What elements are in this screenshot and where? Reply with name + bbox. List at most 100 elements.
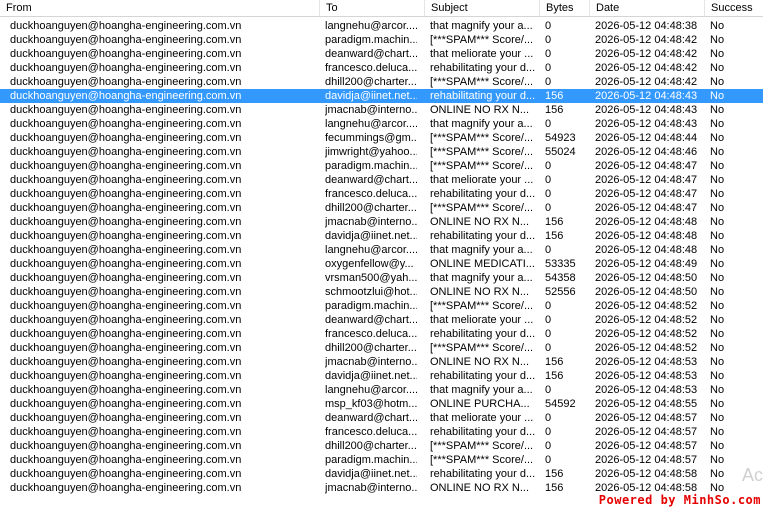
table-row[interactable]: duckhoanguyen@hoangha-engineering.com.vn…	[0, 75, 763, 89]
table-row[interactable]: duckhoanguyen@hoangha-engineering.com.vn…	[0, 341, 763, 355]
cell-from: duckhoanguyen@hoangha-engineering.com.vn	[10, 34, 242, 46]
table-row[interactable]: duckhoanguyen@hoangha-engineering.com.vn…	[0, 271, 763, 285]
cell-from: duckhoanguyen@hoangha-engineering.com.vn	[10, 468, 242, 480]
cell-bytes: 0	[545, 244, 552, 256]
table-row[interactable]: duckhoanguyen@hoangha-engineering.com.vn…	[0, 425, 763, 439]
table-row[interactable]: duckhoanguyen@hoangha-engineering.com.vn…	[0, 117, 763, 131]
column-header-to[interactable]: To	[320, 0, 425, 16]
table-row[interactable]: duckhoanguyen@hoangha-engineering.com.vn…	[0, 47, 763, 61]
cell-bytes: 156	[545, 356, 564, 368]
cell-from: duckhoanguyen@hoangha-engineering.com.vn	[10, 230, 242, 242]
table-row[interactable]: duckhoanguyen@hoangha-engineering.com.vn…	[0, 215, 763, 229]
cell-from: duckhoanguyen@hoangha-engineering.com.vn	[10, 146, 242, 158]
cell-subject: rehabilitating your d...	[430, 62, 535, 74]
cell-bytes: 0	[545, 412, 552, 424]
table-row[interactable]: duckhoanguyen@hoangha-engineering.com.vn…	[0, 33, 763, 47]
table-row[interactable]: duckhoanguyen@hoangha-engineering.com.vn…	[0, 159, 763, 173]
cell-from: duckhoanguyen@hoangha-engineering.com.vn	[10, 314, 242, 326]
cell-subject: that meliorate your ...	[430, 314, 534, 326]
table-row[interactable]: duckhoanguyen@hoangha-engineering.com.vn…	[0, 257, 763, 271]
cell-to: paradigm.machin...	[325, 454, 417, 466]
cell-subject: [***SPAM*** Score/...	[430, 440, 534, 452]
table-row[interactable]: duckhoanguyen@hoangha-engineering.com.vn…	[0, 201, 763, 215]
cell-date: 2026-05-12 04:48:46	[595, 146, 698, 158]
cell-from: duckhoanguyen@hoangha-engineering.com.vn	[10, 412, 242, 424]
table-row-selected[interactable]: duckhoanguyen@hoangha-engineering.com.vn…	[0, 89, 763, 103]
cell-success: No	[710, 244, 725, 256]
cell-date: 2026-05-12 04:48:42	[595, 76, 698, 88]
cell-success: No	[710, 76, 725, 88]
cell-from: duckhoanguyen@hoangha-engineering.com.vn	[10, 440, 242, 452]
cell-success: No	[710, 356, 725, 368]
cell-subject: [***SPAM*** Score/...	[430, 342, 534, 354]
cell-subject: that meliorate your ...	[430, 412, 534, 424]
column-header-from[interactable]: From	[0, 0, 320, 16]
table-row[interactable]: duckhoanguyen@hoangha-engineering.com.vn…	[0, 439, 763, 453]
cell-to: dhill200@charter....	[325, 202, 417, 214]
cell-success: No	[710, 188, 725, 200]
cell-subject: ONLINE MEDICATI...	[430, 258, 535, 270]
cell-subject: [***SPAM*** Score/...	[430, 160, 534, 172]
cell-to: francesco.deluca...	[325, 62, 417, 74]
table-row[interactable]: duckhoanguyen@hoangha-engineering.com.vn…	[0, 131, 763, 145]
cell-date: 2026-05-12 04:48:43	[595, 104, 698, 116]
column-header-subject[interactable]: Subject	[425, 0, 540, 16]
cell-bytes: 0	[545, 328, 552, 340]
cell-from: duckhoanguyen@hoangha-engineering.com.vn	[10, 272, 242, 284]
table-row[interactable]: duckhoanguyen@hoangha-engineering.com.vn…	[0, 453, 763, 467]
cell-success: No	[710, 286, 725, 298]
cell-to: jimwright@yahoo....	[325, 146, 417, 158]
table-row[interactable]: duckhoanguyen@hoangha-engineering.com.vn…	[0, 61, 763, 75]
column-header-date[interactable]: Date	[590, 0, 705, 16]
table-row[interactable]: duckhoanguyen@hoangha-engineering.com.vn…	[0, 369, 763, 383]
cell-success: No	[710, 426, 725, 438]
cell-to: schmootzlui@hot...	[325, 286, 417, 298]
cell-bytes: 54592	[545, 398, 576, 410]
cell-subject: ONLINE NO RX N...	[430, 356, 530, 368]
column-header-success[interactable]: Success	[705, 0, 763, 16]
table-row[interactable]: duckhoanguyen@hoangha-engineering.com.vn…	[0, 327, 763, 341]
cell-to: dhill200@charter....	[325, 76, 417, 88]
table-row[interactable]: duckhoanguyen@hoangha-engineering.com.vn…	[0, 397, 763, 411]
cell-from: duckhoanguyen@hoangha-engineering.com.vn	[10, 62, 242, 74]
cell-bytes: 0	[545, 454, 552, 466]
table-row[interactable]: duckhoanguyen@hoangha-engineering.com.vn…	[0, 467, 763, 481]
cell-success: No	[710, 62, 725, 74]
table-row[interactable]: duckhoanguyen@hoangha-engineering.com.vn…	[0, 313, 763, 327]
cell-from: duckhoanguyen@hoangha-engineering.com.vn	[10, 202, 242, 214]
table-row[interactable]: duckhoanguyen@hoangha-engineering.com.vn…	[0, 229, 763, 243]
cell-success: No	[710, 20, 725, 32]
cell-date: 2026-05-12 04:48:53	[595, 356, 698, 368]
cell-to: francesco.deluca...	[325, 328, 417, 340]
cell-from: duckhoanguyen@hoangha-engineering.com.vn	[10, 370, 242, 382]
table-row[interactable]: duckhoanguyen@hoangha-engineering.com.vn…	[0, 187, 763, 201]
cell-success: No	[710, 300, 725, 312]
cell-subject: ONLINE PURCHA...	[430, 398, 530, 410]
table-row[interactable]: duckhoanguyen@hoangha-engineering.com.vn…	[0, 145, 763, 159]
table-row[interactable]: duckhoanguyen@hoangha-engineering.com.vn…	[0, 383, 763, 397]
cell-success: No	[710, 48, 725, 60]
column-header: From To Subject Bytes Date Success	[0, 0, 763, 17]
cell-subject: that magnify your a...	[430, 272, 533, 284]
cell-from: duckhoanguyen@hoangha-engineering.com.vn	[10, 328, 242, 340]
cell-bytes: 0	[545, 202, 552, 214]
message-rows: duckhoanguyen@hoangha-engineering.com.vn…	[0, 19, 763, 495]
cell-to: davidja@iinet.net...	[325, 370, 417, 382]
table-row[interactable]: duckhoanguyen@hoangha-engineering.com.vn…	[0, 411, 763, 425]
table-row[interactable]: duckhoanguyen@hoangha-engineering.com.vn…	[0, 173, 763, 187]
message-list-view[interactable]: From To Subject Bytes Date Success duckh…	[0, 0, 763, 507]
table-row[interactable]: duckhoanguyen@hoangha-engineering.com.vn…	[0, 285, 763, 299]
cell-subject: [***SPAM*** Score/...	[430, 76, 534, 88]
table-row[interactable]: duckhoanguyen@hoangha-engineering.com.vn…	[0, 243, 763, 257]
table-row[interactable]: duckhoanguyen@hoangha-engineering.com.vn…	[0, 299, 763, 313]
cell-from: duckhoanguyen@hoangha-engineering.com.vn	[10, 174, 242, 186]
table-row[interactable]: duckhoanguyen@hoangha-engineering.com.vn…	[0, 19, 763, 33]
cell-from: duckhoanguyen@hoangha-engineering.com.vn	[10, 104, 242, 116]
cell-subject: ONLINE NO RX N...	[430, 216, 530, 228]
cell-from: duckhoanguyen@hoangha-engineering.com.vn	[10, 258, 242, 270]
cell-from: duckhoanguyen@hoangha-engineering.com.vn	[10, 20, 242, 32]
table-row[interactable]: duckhoanguyen@hoangha-engineering.com.vn…	[0, 355, 763, 369]
cell-from: duckhoanguyen@hoangha-engineering.com.vn	[10, 188, 242, 200]
table-row[interactable]: duckhoanguyen@hoangha-engineering.com.vn…	[0, 103, 763, 117]
column-header-bytes[interactable]: Bytes	[540, 0, 590, 16]
